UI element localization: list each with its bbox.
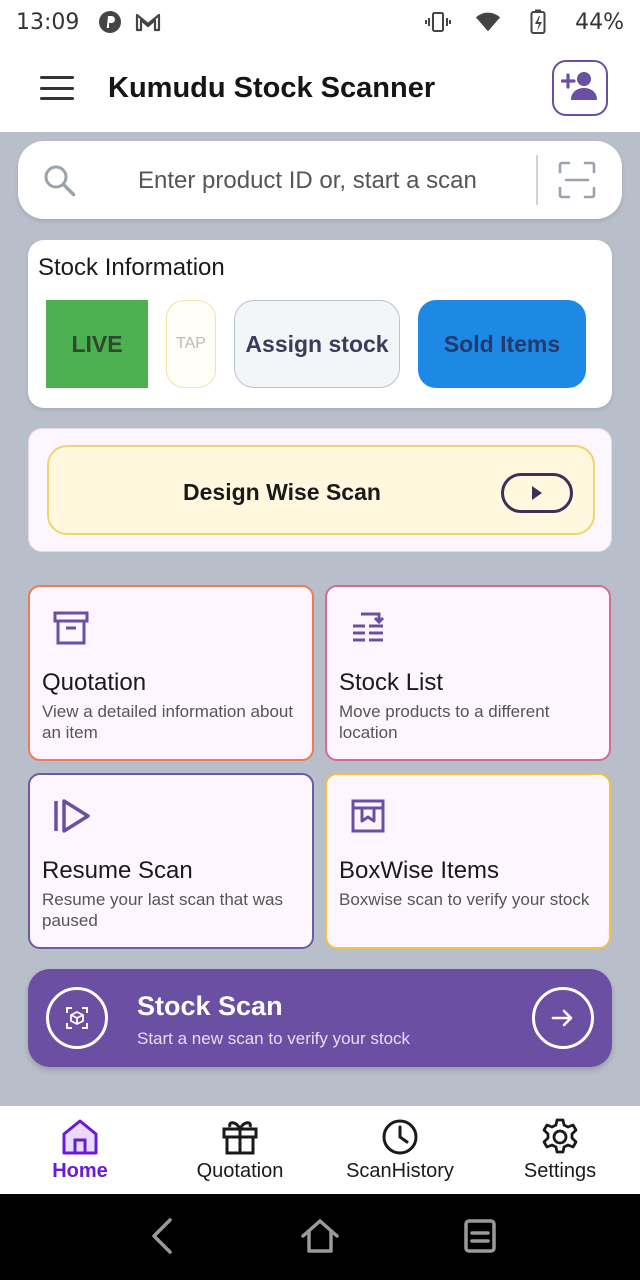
nav-home[interactable]: Home bbox=[0, 1116, 160, 1183]
tile-resume-scan[interactable]: Resume Scan Resume your last scan that w… bbox=[28, 773, 314, 949]
design-wise-scan-button[interactable]: Design Wise Scan bbox=[47, 445, 595, 535]
tile-stock-list[interactable]: Stock List Move products to a different … bbox=[325, 585, 611, 761]
tile-description: Boxwise scan to verify your stock bbox=[339, 890, 590, 909]
resume-play-icon bbox=[52, 797, 92, 840]
design-wise-scan-label: Design Wise Scan bbox=[183, 479, 381, 505]
sold-items-button[interactable]: Sold Items bbox=[418, 300, 586, 388]
nav-scan-history[interactable]: ScanHistory bbox=[320, 1116, 480, 1183]
recents-icon[interactable] bbox=[462, 1216, 498, 1261]
gift-icon bbox=[160, 1116, 320, 1158]
stock-scan-button[interactable]: Stock Scan Start a new scan to verify yo… bbox=[28, 969, 612, 1067]
clock-icon bbox=[320, 1116, 480, 1158]
list-transfer-icon bbox=[349, 609, 387, 652]
tile-title: BoxWise Items bbox=[339, 857, 500, 884]
nav-quotation[interactable]: Quotation bbox=[160, 1116, 320, 1183]
search-input[interactable]: Enter product ID or, start a scan bbox=[138, 167, 477, 195]
back-icon[interactable] bbox=[150, 1216, 174, 1261]
pinterest-icon bbox=[97, 9, 123, 35]
tile-description: Move products to a different location bbox=[339, 702, 550, 742]
home-system-icon[interactable] bbox=[300, 1216, 340, 1261]
stock-information-card: Stock Information LIVE TAP Assign stock … bbox=[28, 240, 612, 408]
tap-button[interactable]: TAP bbox=[166, 300, 216, 388]
assign-stock-button[interactable]: Assign stock bbox=[234, 300, 400, 388]
gear-icon bbox=[480, 1116, 640, 1158]
tile-title: Resume Scan bbox=[42, 857, 193, 884]
battery-percent: 44% bbox=[575, 9, 624, 35]
app-title: Kumudu Stock Scanner bbox=[108, 71, 436, 104]
status-bar: 13:09 6 44% bbox=[0, 0, 640, 44]
nav-settings-label: Settings bbox=[523, 1160, 597, 1182]
nav-settings[interactable]: Settings bbox=[480, 1116, 640, 1183]
tile-description: View a detailed information about an ite… bbox=[42, 702, 294, 742]
stock-scan-title: Stock Scan bbox=[137, 991, 283, 1021]
menu-icon[interactable] bbox=[40, 76, 74, 100]
scan-frame-icon[interactable] bbox=[558, 161, 596, 204]
tile-description: Resume your last scan that was paused bbox=[42, 890, 283, 930]
add-user-button[interactable] bbox=[552, 60, 608, 116]
nav-home-label: Home bbox=[52, 1160, 108, 1182]
home-icon bbox=[0, 1116, 160, 1158]
svg-text:6: 6 bbox=[491, 24, 496, 33]
vibrate-icon bbox=[425, 9, 452, 35]
search-icon bbox=[42, 163, 78, 204]
tile-boxwise-items[interactable]: BoxWise Items Boxwise scan to verify you… bbox=[325, 773, 611, 949]
bottom-navigation: Home Quotation ScanHistory Settings bbox=[0, 1106, 640, 1194]
cube-scan-icon bbox=[46, 987, 108, 1049]
tile-title: Quotation bbox=[42, 669, 147, 696]
battery-icon bbox=[525, 9, 551, 35]
arrow-right-icon[interactable] bbox=[532, 987, 594, 1049]
status-time: 13:09 bbox=[16, 9, 80, 35]
search-divider bbox=[536, 155, 538, 205]
tile-title: Stock List bbox=[339, 669, 444, 696]
nav-quotation-label: Quotation bbox=[196, 1160, 284, 1182]
design-wise-scan-card: Design Wise Scan bbox=[28, 428, 612, 552]
add-user-icon bbox=[560, 71, 599, 106]
nav-scan-history-label: ScanHistory bbox=[346, 1160, 454, 1182]
app-bar: Kumudu Stock Scanner bbox=[0, 44, 640, 132]
stock-scan-subtitle: Start a new scan to verify your stock bbox=[137, 1029, 411, 1048]
box-bookmark-icon bbox=[349, 797, 387, 840]
search-bar[interactable]: Enter product ID or, start a scan bbox=[18, 141, 622, 219]
stock-information-title: Stock Information bbox=[38, 254, 225, 281]
archive-box-icon bbox=[52, 609, 90, 652]
live-button[interactable]: LIVE bbox=[46, 300, 148, 388]
gmail-icon bbox=[135, 9, 161, 35]
tile-quotation[interactable]: Quotation View a detailed information ab… bbox=[28, 585, 314, 761]
play-icon[interactable] bbox=[501, 473, 573, 513]
main-content: Enter product ID or, start a scan Stock … bbox=[0, 132, 640, 1106]
wifi-icon: 6 bbox=[475, 9, 501, 35]
system-navigation-bar bbox=[0, 1194, 640, 1280]
